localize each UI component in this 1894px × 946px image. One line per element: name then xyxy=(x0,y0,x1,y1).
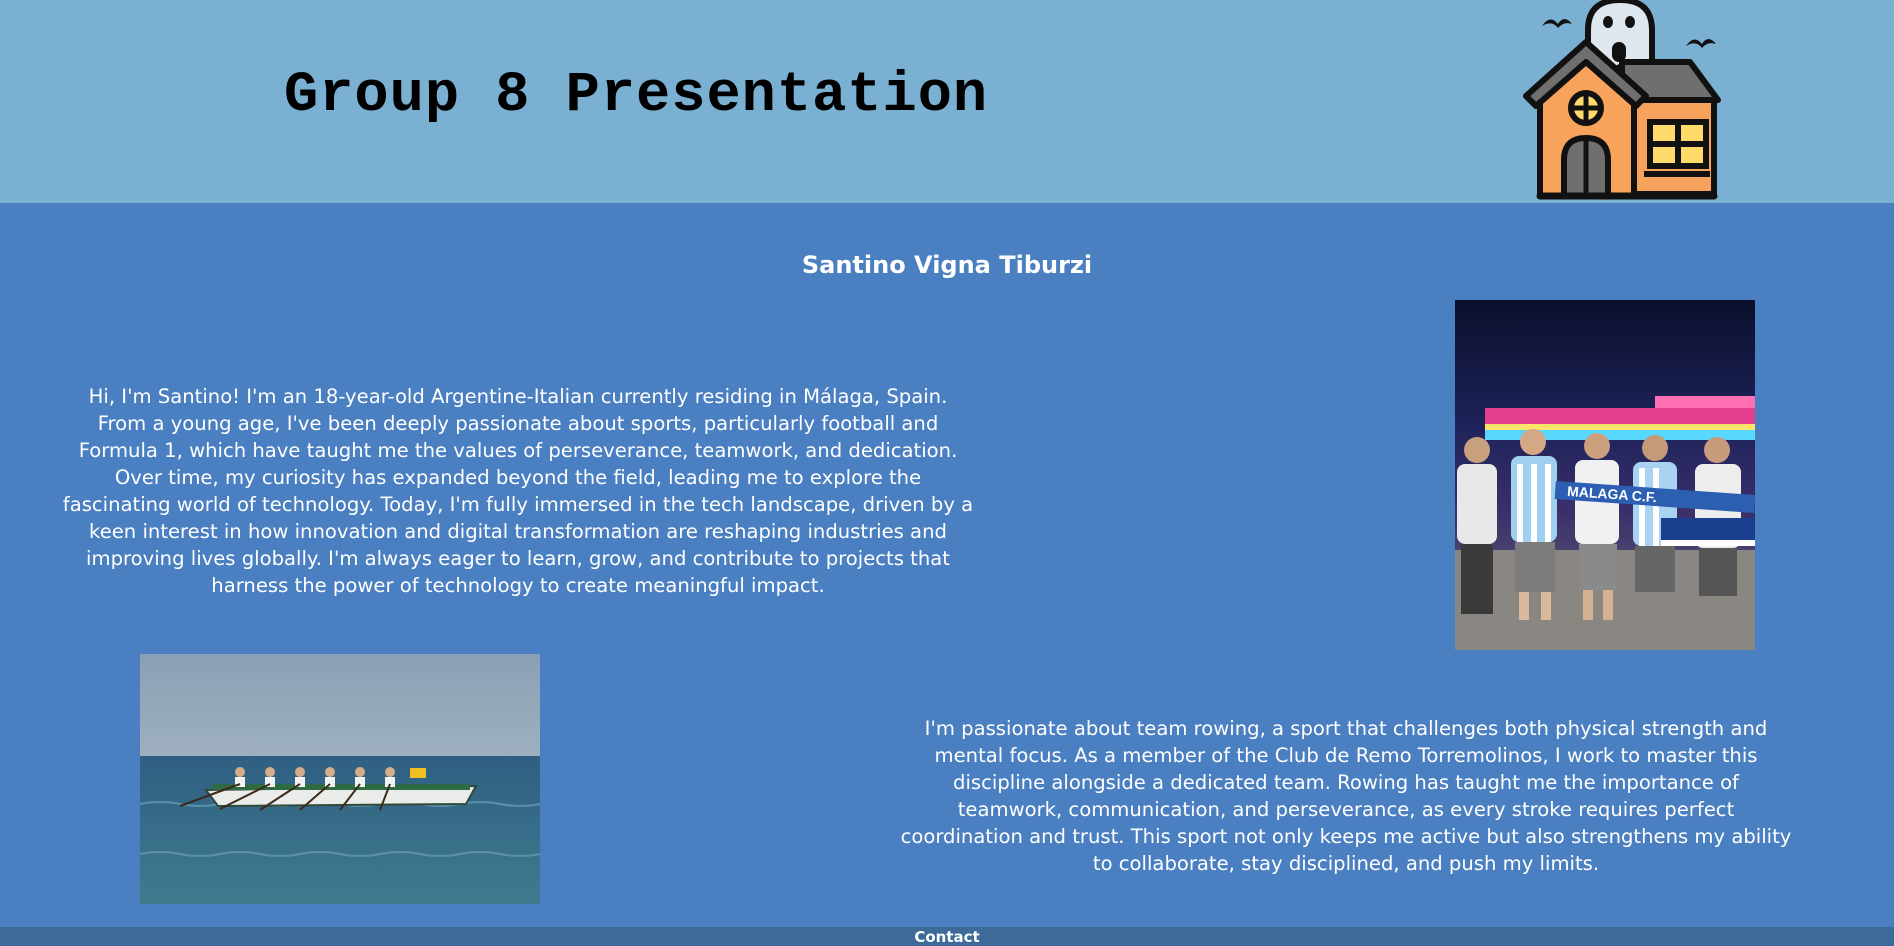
page-header: Group 8 Presentation xyxy=(0,0,1894,203)
bio-paragraph: Hi, I'm Santino! I'm an 18-year-old Arge… xyxy=(62,385,974,597)
rowing-paragraph: I'm passionate about team rowing, a spor… xyxy=(900,717,1792,875)
contact-link[interactable]: Contact xyxy=(914,928,979,946)
friends-photo: MALAGA C.F. xyxy=(1455,300,1755,650)
haunted-house-icon xyxy=(1522,0,1726,203)
person-name: Santino Vigna Tiburzi xyxy=(801,251,1093,279)
rowing-photo xyxy=(140,654,540,904)
page-title: Group 8 Presentation xyxy=(284,64,989,128)
profile-section: Santino Vigna Tiburzi Hi, I'm Santino! I… xyxy=(0,203,1894,927)
page-footer: Contact xyxy=(0,927,1894,946)
